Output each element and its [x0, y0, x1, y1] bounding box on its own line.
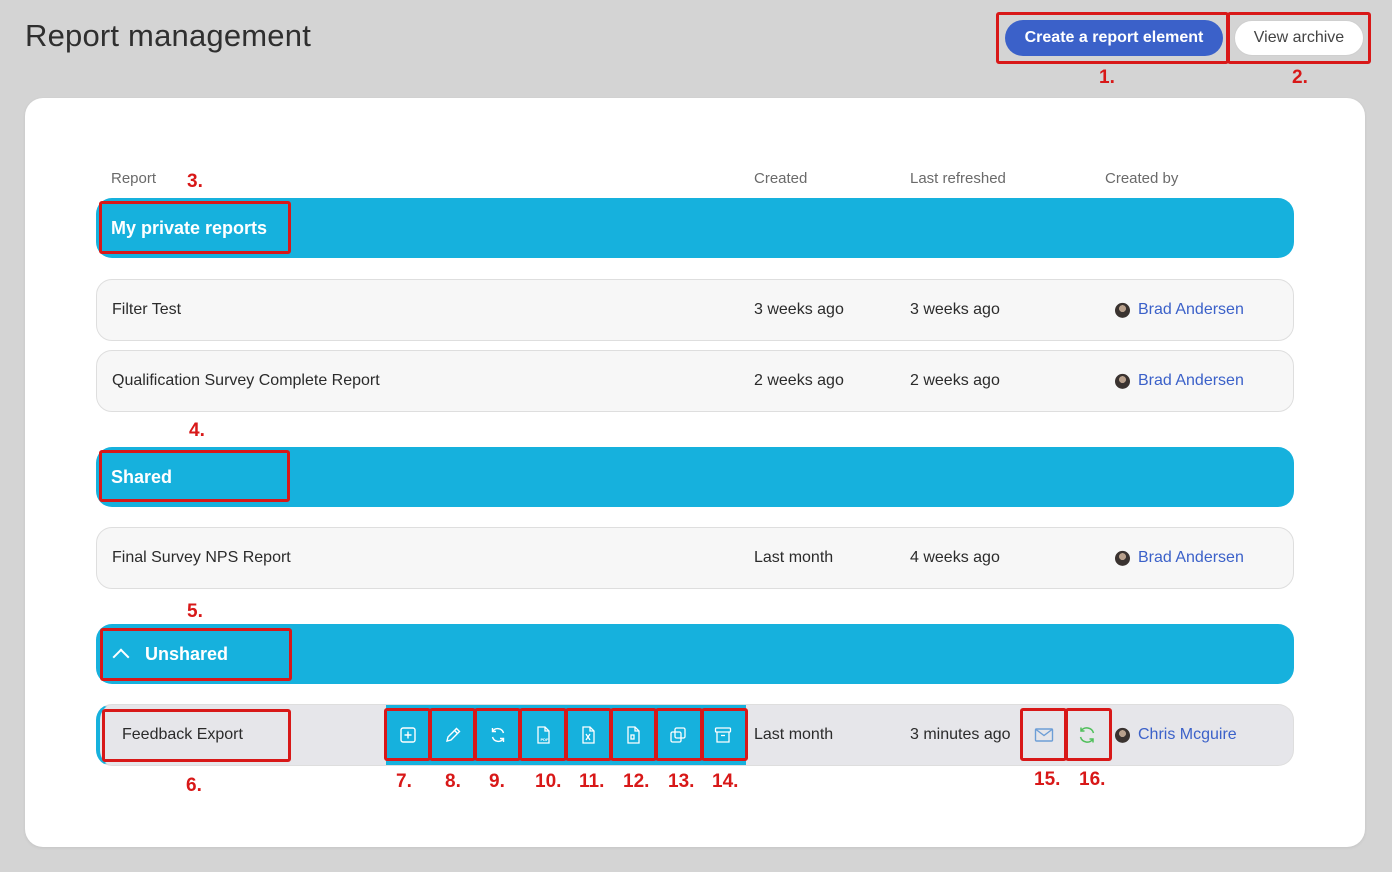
- annotation-label: 3.: [187, 171, 203, 192]
- annotation-label: 2.: [1292, 67, 1308, 88]
- author[interactable]: Chris Mcguire: [1115, 726, 1237, 744]
- annotation-label: 7.: [396, 771, 412, 792]
- column-header-last-refreshed: Last refreshed: [910, 170, 1006, 187]
- svg-text:PDF: PDF: [541, 737, 550, 742]
- author[interactable]: Brad Andersen: [1115, 549, 1244, 567]
- refreshed-date: 2 weeks ago: [910, 372, 1000, 389]
- table-row[interactable]: Qualification Survey Complete Report 2 w…: [96, 350, 1294, 412]
- author[interactable]: Brad Andersen: [1115, 301, 1244, 319]
- created-date: Last month: [754, 726, 834, 743]
- excel-file-icon[interactable]: [566, 705, 610, 765]
- refreshed-date: 3 minutes ago: [910, 726, 1011, 743]
- author-link[interactable]: Brad Andersen: [1138, 549, 1244, 566]
- author-link[interactable]: Brad Andersen: [1138, 301, 1244, 318]
- report-name[interactable]: Qualification Survey Complete Report: [112, 372, 380, 390]
- annotation-label: 14.: [712, 771, 739, 792]
- avatar: [1115, 302, 1130, 318]
- duplicate-icon[interactable]: [656, 705, 700, 765]
- document-file-icon[interactable]: [611, 705, 655, 765]
- page-title: Report management: [25, 18, 312, 53]
- annotation-label: 10.: [535, 771, 562, 792]
- pencil-icon[interactable]: [431, 705, 475, 765]
- annotation-label: 5.: [187, 601, 203, 622]
- author-link[interactable]: Chris Mcguire: [1138, 726, 1237, 743]
- avatar: [1115, 373, 1130, 389]
- create-report-element-button[interactable]: Create a report element: [1005, 20, 1223, 56]
- add-element-icon[interactable]: [386, 705, 430, 765]
- group-header-unshared[interactable]: Unshared: [96, 624, 1294, 684]
- column-header-report: Report: [111, 170, 157, 187]
- annotation-label: 16.: [1079, 769, 1106, 790]
- report-name[interactable]: Filter Test: [112, 301, 181, 319]
- envelope-icon[interactable]: [1024, 712, 1064, 758]
- group-label: Unshared: [145, 643, 229, 664]
- column-header-created: Created: [754, 170, 808, 187]
- annotation-label: 8.: [445, 771, 461, 792]
- row-actions-toolbar: PDF: [386, 705, 746, 765]
- author[interactable]: Brad Andersen: [1115, 372, 1244, 390]
- group-label: My private reports: [111, 217, 268, 238]
- view-archive-button[interactable]: View archive: [1234, 20, 1364, 56]
- table-row[interactable]: Final Survey NPS Report Last month 4 wee…: [96, 527, 1294, 589]
- author-link[interactable]: Brad Andersen: [1138, 372, 1244, 389]
- annotation-label: 9.: [489, 771, 505, 792]
- refreshed-date: 4 weeks ago: [910, 549, 1000, 566]
- auto-refresh-icon[interactable]: [1067, 712, 1107, 758]
- report-name[interactable]: Final Survey NPS Report: [112, 549, 291, 567]
- avatar: [1115, 550, 1130, 566]
- column-header-created-by: Created by: [1105, 170, 1179, 187]
- refreshed-date: 3 weeks ago: [910, 301, 1000, 318]
- group-label: Shared: [111, 466, 173, 487]
- annotation-label: 4.: [189, 420, 205, 441]
- group-header-shared[interactable]: Shared: [96, 447, 1294, 507]
- annotation-label: 6.: [186, 775, 202, 796]
- created-date: 3 weeks ago: [754, 301, 844, 318]
- archive-icon[interactable]: [701, 705, 745, 765]
- annotation-label: 11.: [579, 771, 605, 792]
- group-header-private[interactable]: My private reports: [96, 198, 1294, 258]
- annotation-label: 15.: [1034, 769, 1061, 790]
- annotation-label: 12.: [623, 771, 650, 792]
- annotation-label: 1.: [1099, 67, 1115, 88]
- chevron-up-icon[interactable]: [112, 648, 130, 666]
- created-date: 2 weeks ago: [754, 372, 844, 389]
- table-row[interactable]: Filter Test 3 weeks ago 3 weeks ago Brad…: [96, 279, 1294, 341]
- report-name[interactable]: Feedback Export: [122, 726, 243, 744]
- avatar: [1115, 727, 1130, 743]
- refresh-icon[interactable]: [476, 705, 520, 765]
- pdf-file-icon[interactable]: PDF: [521, 705, 565, 765]
- created-date: Last month: [754, 549, 834, 566]
- annotation-label: 13.: [668, 771, 695, 792]
